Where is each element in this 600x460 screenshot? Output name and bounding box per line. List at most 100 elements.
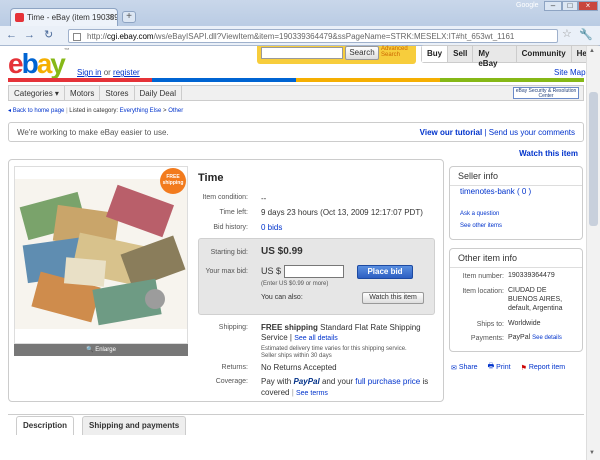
payments-value: PayPal See details xyxy=(508,334,562,341)
coverage-middle: and your xyxy=(319,377,356,386)
stores-link[interactable]: Stores xyxy=(100,86,135,100)
sign-in-link[interactable]: Sign in xyxy=(77,68,101,77)
see-all-details-link[interactable]: See all details xyxy=(294,335,338,342)
topnav-sell[interactable]: Sell xyxy=(448,46,474,62)
tab-shipping-payments[interactable]: Shipping and payments xyxy=(82,416,187,435)
see-details-link[interactable]: See details xyxy=(532,335,562,341)
print-label: Print xyxy=(496,364,511,371)
advanced-search-link[interactable]: Advanced Search xyxy=(381,46,415,58)
security-center-badge[interactable]: eBay Security & Resolution Center xyxy=(513,87,579,99)
shipping-label: Shipping: xyxy=(218,324,248,331)
seller-info-heading: Seller info xyxy=(450,167,582,186)
breadcrumb-separator: > xyxy=(163,108,167,114)
view-tutorial-link[interactable]: View our tutorial xyxy=(420,128,483,137)
starting-bid-value: US $0.99 xyxy=(261,246,303,257)
logo-trademark: ™ xyxy=(63,48,70,54)
share-link[interactable]: ✉ Share xyxy=(451,362,478,373)
forward-arrow-icon[interactable]: → xyxy=(24,30,35,41)
ebay-logo[interactable]: ebay™ xyxy=(8,48,70,80)
coverage-line-1: Pay with PayPal and your full purchase p… xyxy=(261,377,428,386)
top-nav: Buy Sell My eBay Community Help xyxy=(421,45,600,68)
browser-toolbar: ← → ↻ http://cgi.ebay.com/ws/eBayISAPI.d… xyxy=(0,26,600,46)
returns-value: No Returns Accepted xyxy=(261,363,337,372)
tab-description[interactable]: Description xyxy=(16,416,75,435)
see-terms-link[interactable]: See terms xyxy=(296,390,328,397)
search-button[interactable]: Search xyxy=(345,46,379,60)
bid-history-link[interactable]: 0 bids xyxy=(261,223,282,232)
item-location-label: Item location: xyxy=(462,288,504,295)
time-left-label: Time left: xyxy=(219,209,248,216)
browser-tab[interactable]: Time - eBay (item 190339... x xyxy=(10,8,118,26)
free-shipping-text: FREE shipping xyxy=(261,323,318,332)
topnav-my-ebay[interactable]: My eBay xyxy=(473,46,517,68)
payments-paypal: PayPal xyxy=(508,334,531,341)
browser-tab-title: Time - eBay (item 190339... xyxy=(27,13,118,22)
scrollbar-thumb[interactable] xyxy=(589,92,598,226)
daily-deal-link[interactable]: Daily Deal xyxy=(135,86,182,100)
paypal-logo: PayPal xyxy=(293,377,320,386)
ships-to-value: Worldwide xyxy=(508,320,541,327)
coverage-prefix: Pay with xyxy=(261,377,294,386)
printer-icon: 🖶 xyxy=(487,363,495,370)
back-arrow-icon[interactable]: ← xyxy=(6,30,17,41)
back-to-home-link[interactable]: Back to home page xyxy=(13,108,65,114)
shipping-note-1: Estimated delivery time varies for this … xyxy=(261,346,407,352)
report-item-link[interactable]: ⚑ Report item xyxy=(521,362,565,373)
coverage-line-2: covered | See terms xyxy=(261,388,328,397)
breadcrumb: ◂ Back to home page | Listed in category… xyxy=(8,108,184,114)
register-link[interactable]: register xyxy=(113,68,140,77)
coverage-suffix: is xyxy=(420,377,429,386)
full-purchase-price-link[interactable]: full purchase price xyxy=(355,377,420,386)
maximize-window-icon[interactable]: □ xyxy=(562,1,578,11)
item-location-line-1: CIUDAD DE xyxy=(508,287,547,294)
wrench-menu-icon[interactable]: 🔧 xyxy=(578,28,594,44)
site-map-link[interactable]: Site Map xyxy=(554,68,586,77)
seller-name-link[interactable]: timenotes-bank ( 0 ) xyxy=(460,187,531,196)
motors-link[interactable]: Motors xyxy=(65,86,101,100)
minimize-window-icon[interactable]: – xyxy=(544,1,562,11)
search-input[interactable] xyxy=(261,47,343,59)
signin-area: Sign in or register xyxy=(77,68,140,77)
enlarge-button[interactable]: 🔍 Enlarge xyxy=(14,344,188,356)
seller-feedback-score: ( 0 ) xyxy=(516,187,532,196)
info-bar: We're working to make eBay easier to use… xyxy=(8,122,584,142)
category-bar: Categories ▾ Motors Stores Daily Deal xyxy=(8,85,584,101)
bookmark-star-icon[interactable]: ☆ xyxy=(562,29,572,40)
item-photo[interactable] xyxy=(15,179,187,329)
brand-color-bar xyxy=(8,78,584,82)
google-label: Google xyxy=(516,2,539,9)
max-bid-input[interactable] xyxy=(284,265,344,278)
print-link[interactable]: 🖶 Print xyxy=(488,362,511,373)
watch-item-link[interactable]: Watch this item xyxy=(519,149,578,158)
ask-question-link[interactable]: Ask a question xyxy=(460,211,499,217)
close-tab-icon[interactable]: x xyxy=(109,12,113,21)
reload-icon[interactable]: ↻ xyxy=(44,30,53,41)
max-bid-label: Your max bid: xyxy=(205,268,248,275)
logo-letter-b: b xyxy=(21,48,39,79)
topnav-buy[interactable]: Buy xyxy=(422,46,449,62)
send-comments-link[interactable]: Send us your comments xyxy=(489,128,575,137)
topnav-community[interactable]: Community xyxy=(517,46,572,62)
watch-item-button[interactable]: Watch this item xyxy=(362,292,424,304)
category-other-link[interactable]: Other xyxy=(168,108,183,114)
close-window-icon[interactable]: × xyxy=(578,1,598,11)
scroll-up-icon[interactable]: ▲ xyxy=(589,48,595,54)
seller-name: timenotes-bank xyxy=(460,187,515,196)
url-path: /ws/eBayISAPI.dll?ViewItem&item=19033936… xyxy=(153,32,515,41)
category-everything-else-link[interactable]: Everything Else xyxy=(120,108,162,114)
envelope-icon: ✉ xyxy=(451,364,457,372)
item-location-line-3: default, Argentina xyxy=(508,305,563,312)
share-label: Share xyxy=(458,364,478,371)
shipping-note-2: Seller ships within 30 days xyxy=(261,353,332,359)
categories-menu[interactable]: Categories ▾ xyxy=(9,86,65,100)
item-image-frame[interactable] xyxy=(14,166,188,344)
condition-label: Item condition: xyxy=(202,194,248,201)
new-tab-button[interactable]: + xyxy=(122,11,136,23)
see-other-items-link[interactable]: See other items xyxy=(460,223,502,229)
report-label: Report item xyxy=(528,364,566,371)
enlarge-label: Enlarge xyxy=(95,347,116,353)
scroll-down-icon[interactable]: ▼ xyxy=(589,450,595,456)
address-bar[interactable]: http://cgi.ebay.com/ws/eBayISAPI.dll?Vie… xyxy=(68,29,558,43)
free-shipping-badge: FREE shipping xyxy=(160,168,186,194)
place-bid-button[interactable]: Place bid xyxy=(357,265,413,279)
